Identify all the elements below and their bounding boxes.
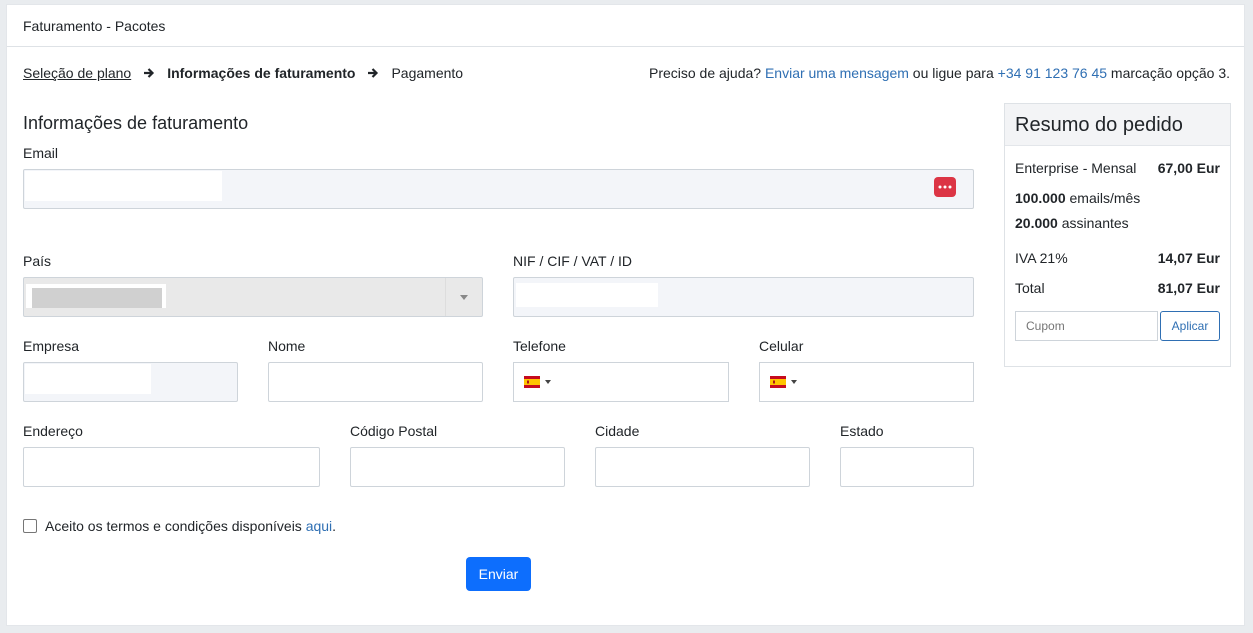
subscribers-count: 20.000 bbox=[1015, 215, 1058, 231]
address-label: Endereço bbox=[23, 423, 83, 439]
arrow-right-icon bbox=[144, 68, 155, 78]
state-label: Estado bbox=[840, 423, 884, 439]
mobile-label: Celular bbox=[759, 338, 804, 354]
emails-count: 100.000 bbox=[1015, 190, 1066, 206]
phone-link[interactable]: +34 91 123 76 45 bbox=[998, 65, 1107, 81]
coupon-input[interactable] bbox=[1015, 311, 1158, 341]
phone-field[interactable] bbox=[513, 362, 729, 402]
redacted-company bbox=[25, 364, 151, 394]
email-label: Email bbox=[23, 145, 59, 161]
emails-text: emails/mês bbox=[1069, 190, 1141, 206]
redacted-taxid bbox=[516, 283, 658, 307]
summary-total-row: Total 81,07 Eur bbox=[1015, 280, 1220, 296]
spain-flag-icon[interactable] bbox=[524, 376, 540, 388]
state-field[interactable] bbox=[840, 447, 974, 487]
tax-value: 14,07 Eur bbox=[1157, 250, 1220, 266]
plan-price: 67,00 Eur bbox=[1157, 160, 1220, 176]
arrow-right-icon bbox=[368, 68, 379, 78]
chevron-down-icon bbox=[445, 278, 482, 316]
terms-end: . bbox=[332, 518, 337, 534]
window-title: Faturamento - Pacotes bbox=[7, 5, 1244, 47]
apply-coupon-button[interactable]: Aplicar bbox=[1160, 311, 1220, 341]
taxid-label: NIF / CIF / VAT / ID bbox=[513, 253, 633, 269]
phone-label: Telefone bbox=[513, 338, 566, 354]
redacted-email bbox=[25, 171, 222, 201]
billing-window: Faturamento - Pacotes Seleção de plano I… bbox=[6, 4, 1245, 626]
terms-checkbox[interactable] bbox=[23, 519, 37, 533]
name-label: Nome bbox=[268, 338, 306, 354]
send-message-link[interactable]: Enviar uma mensagem bbox=[765, 65, 909, 81]
mobile-field[interactable] bbox=[759, 362, 974, 402]
address-field[interactable] bbox=[23, 447, 320, 487]
caret-down-icon bbox=[545, 380, 551, 384]
order-summary: Resumo do pedido Enterprise - Mensal 67,… bbox=[1004, 103, 1231, 367]
country-label: País bbox=[23, 253, 52, 269]
terms-row: Aceito os termos e condições disponíveis… bbox=[23, 518, 336, 534]
summary-emails-row: 100.000 emails/mês bbox=[1015, 190, 1220, 206]
country-select[interactable] bbox=[23, 277, 483, 317]
redacted-country bbox=[26, 284, 166, 308]
total-value: 81,07 Eur bbox=[1157, 280, 1220, 296]
help-middle: ou ligue para bbox=[912, 65, 994, 81]
tax-label: IVA 21% bbox=[1015, 250, 1068, 266]
summary-plan-row: Enterprise - Mensal 67,00 Eur bbox=[1015, 160, 1220, 176]
breadcrumb-plan-selection[interactable]: Seleção de plano bbox=[23, 65, 131, 81]
help-prefix: Preciso de ajuda? bbox=[648, 65, 762, 81]
breadcrumb: Seleção de plano Informações de faturame… bbox=[23, 65, 463, 81]
breadcrumb-payment: Pagamento bbox=[391, 65, 464, 81]
summary-tax-row: IVA 21% 14,07 Eur bbox=[1015, 250, 1220, 266]
password-manager-icon[interactable] bbox=[934, 177, 956, 197]
postal-code-field[interactable] bbox=[350, 447, 565, 487]
breadcrumb-billing-info: Informações de faturamento bbox=[167, 65, 356, 81]
total-label: Total bbox=[1015, 280, 1045, 296]
company-label: Empresa bbox=[23, 338, 80, 354]
plan-label: Enterprise - Mensal bbox=[1015, 160, 1137, 176]
name-field[interactable] bbox=[268, 362, 483, 402]
help-text: Preciso de ajuda? Enviar uma mensagem ou… bbox=[649, 65, 1230, 81]
city-field[interactable] bbox=[595, 447, 810, 487]
terms-link[interactable]: aqui bbox=[306, 518, 332, 534]
submit-button[interactable]: Enviar bbox=[466, 557, 531, 591]
spain-flag-icon[interactable] bbox=[770, 376, 786, 388]
help-suffix: marcação opção 3. bbox=[1110, 65, 1230, 81]
caret-down-icon bbox=[791, 380, 797, 384]
summary-subscribers-row: 20.000 assinantes bbox=[1015, 215, 1220, 231]
terms-text: Aceito os termos e condições disponíveis bbox=[45, 518, 302, 534]
summary-title: Resumo do pedido bbox=[1005, 104, 1230, 146]
city-label: Cidade bbox=[595, 423, 640, 439]
subscribers-text: assinantes bbox=[1061, 215, 1129, 231]
postal-label: Código Postal bbox=[350, 423, 438, 439]
section-title: Informações de faturamento bbox=[23, 113, 249, 133]
